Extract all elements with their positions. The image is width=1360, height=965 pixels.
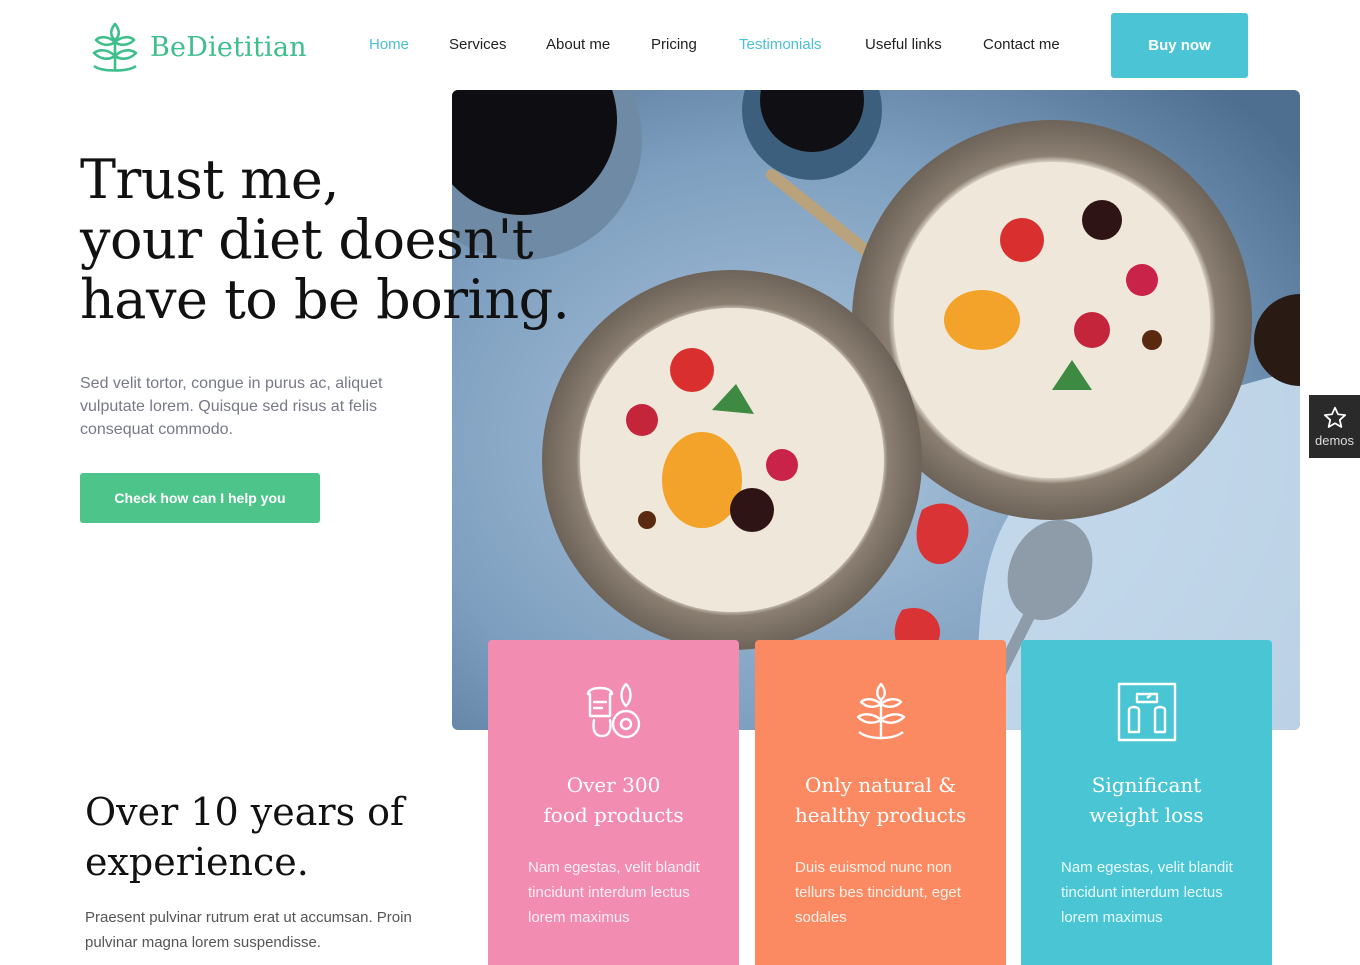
feature-text: Nam egestas, velit blandit tincidunt int…	[1061, 859, 1233, 926]
feature-card-natural-products: Only natural & healthy products Duis eui…	[755, 640, 1006, 965]
fruit-porridge-bowls-photo	[452, 90, 1300, 730]
plant-leaf-icon	[856, 682, 905, 740]
hero-title-line-3: have to be boring.	[80, 268, 570, 331]
star-icon	[1323, 406, 1346, 428]
hero-title-line-2: your diet doesn't	[80, 208, 534, 271]
hero-title: Trust me, your diet doesn't have to be b…	[80, 148, 570, 331]
nav-item-contact-me[interactable]: Contact me	[983, 36, 1060, 53]
experience-description: Praesent pulvinar rutrum erat ut accumsa…	[85, 909, 412, 951]
food-products-icon	[586, 682, 640, 739]
brand-name: BeDietitian	[150, 31, 307, 63]
feature-title-line: Significant	[1091, 773, 1202, 797]
nav-item-home[interactable]: Home	[369, 36, 409, 53]
nav-item-testimonials[interactable]: Testimonials	[739, 36, 822, 53]
feature-title-line: food products	[543, 803, 684, 827]
nav-item-useful-links[interactable]: Useful links	[865, 36, 942, 53]
feature-card-weight-loss: Significant weight loss Nam egestas, vel…	[1021, 640, 1272, 965]
feature-title-line: weight loss	[1089, 803, 1204, 827]
hero-description: Sed velit tortor, congue in purus ac, al…	[80, 375, 383, 438]
nav-item-services[interactable]: Services	[449, 36, 507, 53]
feature-title: Over 300 food products	[488, 770, 739, 830]
hero-title-line-1: Trust me,	[80, 148, 340, 211]
brand-logo[interactable]: BeDietitian	[90, 20, 307, 74]
feature-title-line: Only natural &	[804, 773, 957, 797]
demos-tab[interactable]: demos	[1309, 395, 1360, 458]
experience-title: Over 10 years of experience.	[85, 787, 404, 887]
feature-card-food-products: Over 300 food products Nam egestas, veli…	[488, 640, 739, 965]
feature-title-line: healthy products	[794, 803, 967, 827]
feature-text: Nam egestas, velit blandit tincidunt int…	[528, 859, 700, 926]
help-cta-button[interactable]: Check how can I help you	[80, 473, 320, 523]
experience-title-line-1: Over 10 years of	[85, 790, 405, 834]
weight-scale-icon	[1117, 682, 1176, 742]
leaf-logo-icon	[92, 22, 138, 72]
buy-now-button[interactable]: Buy now	[1111, 13, 1248, 78]
feature-title: Significant weight loss	[1021, 770, 1272, 830]
nav-item-pricing[interactable]: Pricing	[651, 36, 697, 53]
feature-title-line: Over 300	[566, 773, 661, 797]
demos-label: demos	[1314, 433, 1355, 448]
hero-image	[452, 90, 1300, 730]
feature-text: Duis euismod nunc non tellurs bes tincid…	[795, 859, 961, 926]
experience-title-line-2: experience.	[85, 840, 309, 884]
nav-item-about-me[interactable]: About me	[546, 36, 610, 53]
feature-title: Only natural & healthy products	[755, 770, 1006, 830]
